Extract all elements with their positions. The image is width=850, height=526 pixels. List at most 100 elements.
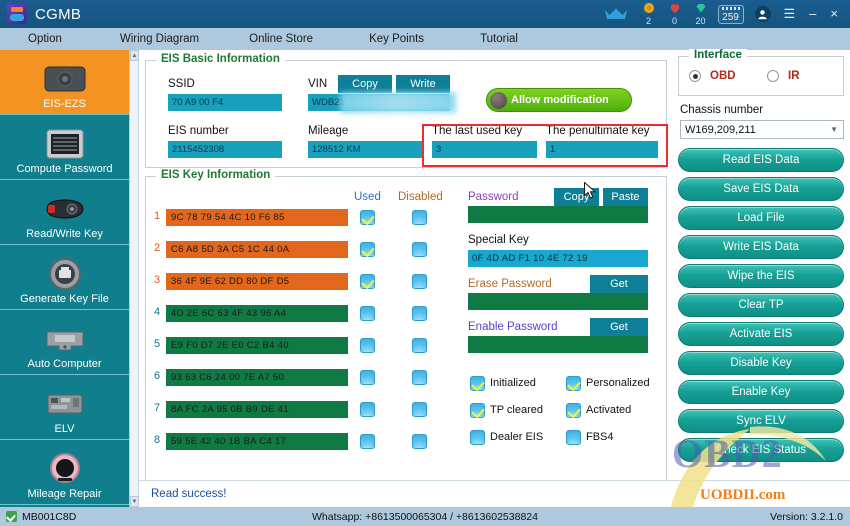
chassis-number-select[interactable]: W169,209,211 ▼ (680, 120, 844, 139)
scroll-down-icon[interactable]: ▼ (130, 496, 139, 507)
read-eis-data-button[interactable]: Read EIS Data (678, 148, 844, 172)
menu-item-key-points[interactable]: Key Points (369, 33, 424, 45)
menu-item-wiring-diagram[interactable]: Wiring Diagram (120, 33, 199, 45)
sidebar-item-mileage-repair[interactable]: Mileage Repair (0, 440, 129, 505)
key-disabled-checkbox[interactable] (412, 370, 427, 385)
sidebar-item-label: Auto Computer (27, 358, 102, 370)
crown-icon[interactable] (603, 6, 629, 22)
sidebar-item-auto-computer[interactable]: Auto Computer (0, 310, 129, 375)
sidebar-item-generate-key-file[interactable]: Generate Key File (0, 245, 129, 310)
last-used-key-field[interactable]: 3 (432, 141, 537, 158)
initialized-checkbox[interactable] (470, 376, 485, 391)
key-used-checkbox[interactable] (360, 434, 375, 449)
menu-item-option[interactable]: Option (28, 33, 62, 45)
wipe-the-eis-button[interactable]: Wipe the EIS (678, 264, 844, 288)
key-disabled-checkbox[interactable] (412, 274, 427, 289)
eis-number-label: EIS number (168, 125, 229, 137)
key-used-checkbox[interactable] (360, 370, 375, 385)
key-used-checkbox[interactable] (360, 338, 375, 353)
sync-elv-button[interactable]: Sync ELV (678, 409, 844, 433)
minimize-button[interactable]: – (803, 0, 822, 28)
fbs4-checkbox[interactable] (566, 430, 581, 445)
ssid-field[interactable]: 70 A9 00 F4 (168, 94, 282, 111)
activate-eis-button[interactable]: Activate EIS (678, 322, 844, 346)
battery-badge[interactable]: 259 (717, 4, 744, 24)
key-used-checkbox[interactable] (360, 402, 375, 417)
activated-label: Activated (586, 404, 632, 416)
enable-key-button[interactable]: Enable Key (678, 380, 844, 404)
ir-radio[interactable] (767, 70, 779, 82)
clear-tp-button[interactable]: Clear TP (678, 293, 844, 317)
sidebar-item-eis-ezs[interactable]: EIS-EZS (0, 50, 129, 115)
diamond-stat[interactable]: 20 (689, 2, 713, 27)
key-disabled-checkbox[interactable] (412, 338, 427, 353)
check-eis-status-button[interactable]: Check EIS Status (678, 438, 844, 462)
eis-module-icon (42, 60, 88, 98)
odometer-icon (47, 450, 83, 488)
interface-obd-option[interactable]: OBD (689, 70, 736, 82)
diamond-value: 20 (695, 15, 706, 26)
key-used-checkbox[interactable] (360, 274, 375, 289)
heart-icon (669, 2, 681, 16)
vin-write-button[interactable]: Write (396, 75, 450, 93)
activated-checkbox[interactable] (566, 403, 581, 418)
chevron-down-icon[interactable]: ▼ (830, 125, 838, 134)
user-icon[interactable] (754, 6, 771, 22)
key-value-field[interactable]: 93 63 C6 24 00 7E A7 50 (166, 369, 348, 386)
erase-password-get-button[interactable]: Get (590, 275, 648, 293)
key-disabled-checkbox[interactable] (412, 306, 427, 321)
coin-stat[interactable]: 2 (637, 2, 661, 27)
personalized-label: Personalized (586, 377, 650, 389)
scroll-up-icon[interactable]: ▲ (130, 50, 139, 61)
special-key-field[interactable]: 0F 4D AD F1 10 4E 72 19 (468, 250, 648, 267)
disable-key-button[interactable]: Disable Key (678, 351, 844, 375)
key-disabled-checkbox[interactable] (412, 242, 427, 257)
key-value-field[interactable]: C6 A8 5D 3A C5 1C 44 0A (166, 241, 348, 258)
close-button[interactable]: × (824, 0, 844, 28)
password-field[interactable] (468, 206, 648, 223)
eis-number-field[interactable]: 2115452308 (168, 141, 282, 158)
key-disabled-checkbox[interactable] (412, 434, 427, 449)
password-paste-button[interactable]: Paste (603, 188, 648, 206)
save-eis-data-button[interactable]: Save EIS Data (678, 177, 844, 201)
key-disabled-checkbox[interactable] (412, 210, 427, 225)
coin-icon (643, 2, 655, 16)
tp-cleared-checkbox[interactable] (470, 403, 485, 418)
load-file-button[interactable]: Load File (678, 206, 844, 230)
allow-modification-toggle[interactable]: Allow modification (486, 88, 632, 112)
menu-item-online-store[interactable]: Online Store (249, 33, 313, 45)
sidebar-item-compute-password[interactable]: Compute Password (0, 115, 129, 180)
key-row-number: 3 (153, 274, 161, 286)
penultimate-key-field[interactable]: 1 (546, 141, 658, 158)
interface-ir-option[interactable]: IR (767, 70, 800, 82)
enable-password-field[interactable] (468, 336, 648, 353)
hamburger-menu-icon[interactable]: ☰ (778, 0, 802, 28)
menu-item-tutorial[interactable]: Tutorial (480, 33, 518, 45)
erase-password-field[interactable] (468, 293, 648, 310)
key-used-checkbox[interactable] (360, 242, 375, 257)
enable-password-get-button[interactable]: Get (590, 318, 648, 336)
key-value-field[interactable]: 9C 78 79 54 4C 10 F6 85 (166, 209, 348, 226)
heart-stat[interactable]: 0 (663, 2, 687, 27)
dealer-eis-checkbox[interactable] (470, 430, 485, 445)
key-value-field[interactable]: E9 F0 D7 2E E0 C2 B4 40 (166, 337, 348, 354)
key-value-field[interactable]: 8A FC 2A 95 0B B9 DE 41 (166, 401, 348, 418)
sidebar-item-read-write-key[interactable]: Read/Write Key (0, 180, 129, 245)
vin-copy-button[interactable]: Copy (338, 75, 392, 93)
obd-radio[interactable] (689, 70, 701, 82)
key-value-field[interactable]: 4D 2E 6C 63 4F 43 96 A4 (166, 305, 348, 322)
mouse-cursor-icon (584, 182, 597, 199)
initialized-label: Initialized (490, 377, 536, 389)
key-used-checkbox[interactable] (360, 306, 375, 321)
personalized-checkbox[interactable] (566, 376, 581, 391)
key-disabled-checkbox[interactable] (412, 402, 427, 417)
sidebar-item-elv[interactable]: ELV (0, 375, 129, 440)
status-bar: MB001C8D Whatsapp: +8613500065304 / +861… (0, 507, 850, 526)
sidebar-scrollbar[interactable]: ▲ ▼ (130, 50, 139, 507)
mileage-field[interactable]: 128512 KM (308, 141, 422, 158)
key-value-field[interactable]: 36 4F 9E 62 DD 80 DF D5 (166, 273, 348, 290)
key-value-field[interactable]: 59 5E 42 40 1B BA C4 17 (166, 433, 348, 450)
write-eis-data-button[interactable]: Write EIS Data (678, 235, 844, 259)
key-row-number: 8 (153, 434, 161, 446)
key-used-checkbox[interactable] (360, 210, 375, 225)
